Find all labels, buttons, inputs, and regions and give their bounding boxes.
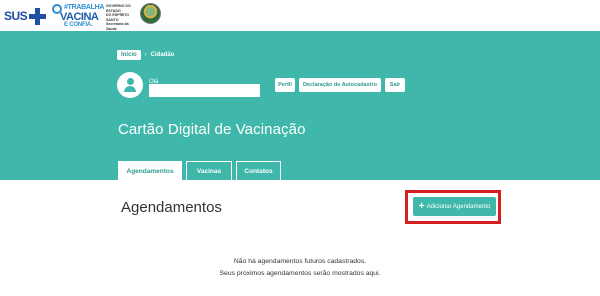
user-avatar-icon: [117, 72, 143, 98]
sus-logo: SUS: [4, 6, 47, 26]
avatar-head: [127, 78, 134, 85]
government-logo-text: GOVERNO DO ESTADO DO ESPÍRITO SANTO Secr…: [106, 4, 138, 32]
self-registration-declaration-button[interactable]: Declaração de Autocadastro: [299, 78, 381, 92]
redacted-user-name: [149, 84, 260, 97]
avatar-body: [124, 86, 136, 92]
header-band: [0, 31, 600, 180]
state-seal-icon: [140, 3, 161, 24]
breadcrumb-separator-icon: ›: [144, 52, 147, 58]
logout-button[interactable]: Sair: [385, 78, 405, 92]
campaign-line-1: #TRABALHA: [64, 4, 105, 11]
gov-line-2: DO ESPÍRITO SANTO: [106, 13, 130, 22]
campaign-line-3: E CONFIA.: [64, 22, 93, 28]
top-logo-bar: SUS #TRABALHA VACINA E CONFIA. GOVERNO D…: [0, 0, 600, 31]
empty-state-line-1: Não há agendamentos futuros cadastrados.: [233, 258, 367, 265]
page-title: Cartão Digital de Vacinação: [118, 121, 306, 138]
plus-icon: +: [418, 200, 425, 212]
breadcrumb-home-link[interactable]: Início: [117, 50, 141, 60]
breadcrumb: Início › Cidadão: [117, 50, 174, 60]
empty-state-line-2: Seus proximos agendamentos serão mostrad…: [219, 270, 381, 277]
tab-contatos[interactable]: Contatos: [236, 161, 281, 180]
breadcrumb-current: Cidadão: [150, 52, 175, 58]
sus-cross-icon: [29, 7, 47, 25]
gov-line-1: GOVERNO DO ESTADO: [106, 4, 131, 13]
tab-vacinas[interactable]: Vacinas: [186, 161, 232, 180]
profile-button[interactable]: Perfil: [275, 78, 295, 92]
add-appointment-button[interactable]: + Adicionar Agendamento: [413, 197, 496, 216]
campaign-logo: #TRABALHA VACINA E CONFIA.: [52, 3, 104, 29]
add-appointment-label: Adicionar Agendamento: [426, 203, 491, 210]
tab-agendamentos[interactable]: Agendamentos: [118, 161, 182, 180]
section-title: Agendamentos: [121, 199, 222, 216]
sus-logo-text: SUS: [4, 9, 28, 23]
